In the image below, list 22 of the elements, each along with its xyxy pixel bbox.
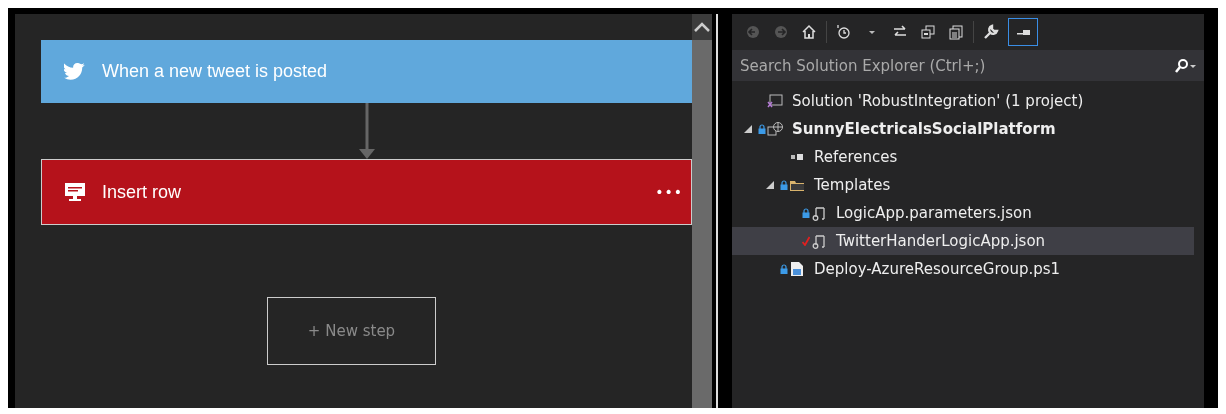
solution-icon [767, 93, 785, 109]
search-input[interactable]: Search Solution Explorer (Ctrl+;) [732, 55, 1166, 76]
tree-item[interactable]: Templates [732, 171, 1194, 199]
connector-arrow [358, 103, 375, 159]
new-step-button[interactable]: + New step [267, 297, 436, 365]
bird-icon [64, 62, 86, 81]
tree-item[interactable]: Solution 'RobustIntegration' (1 project) [732, 87, 1194, 115]
tree-item[interactable]: LogicApp.parameters.json [732, 199, 1194, 227]
tree-item[interactable]: SunnyElectricalsSocialPlatform [732, 115, 1194, 143]
tree-item[interactable]: TwitterHanderLogicApp.json [732, 227, 1194, 255]
action-card[interactable]: Insert row ••• [41, 159, 692, 225]
chevron-up-icon[interactable] [692, 14, 712, 40]
more-button[interactable]: ••• [655, 184, 683, 200]
pin-icon[interactable] [1008, 18, 1038, 46]
card-title: Insert row [102, 181, 183, 203]
monitor-icon [64, 182, 86, 202]
search-field[interactable]: Search Solution Explorer (Ctrl+;) [732, 50, 1204, 81]
globe-icon [767, 121, 785, 137]
tree-item[interactable]: References [732, 143, 1194, 171]
scrollbar[interactable] [692, 14, 712, 408]
card-title: When a new tweet is posted [102, 61, 329, 82]
tree-item[interactable]: Deploy-AzureResourceGroup.ps1 [732, 255, 1194, 283]
